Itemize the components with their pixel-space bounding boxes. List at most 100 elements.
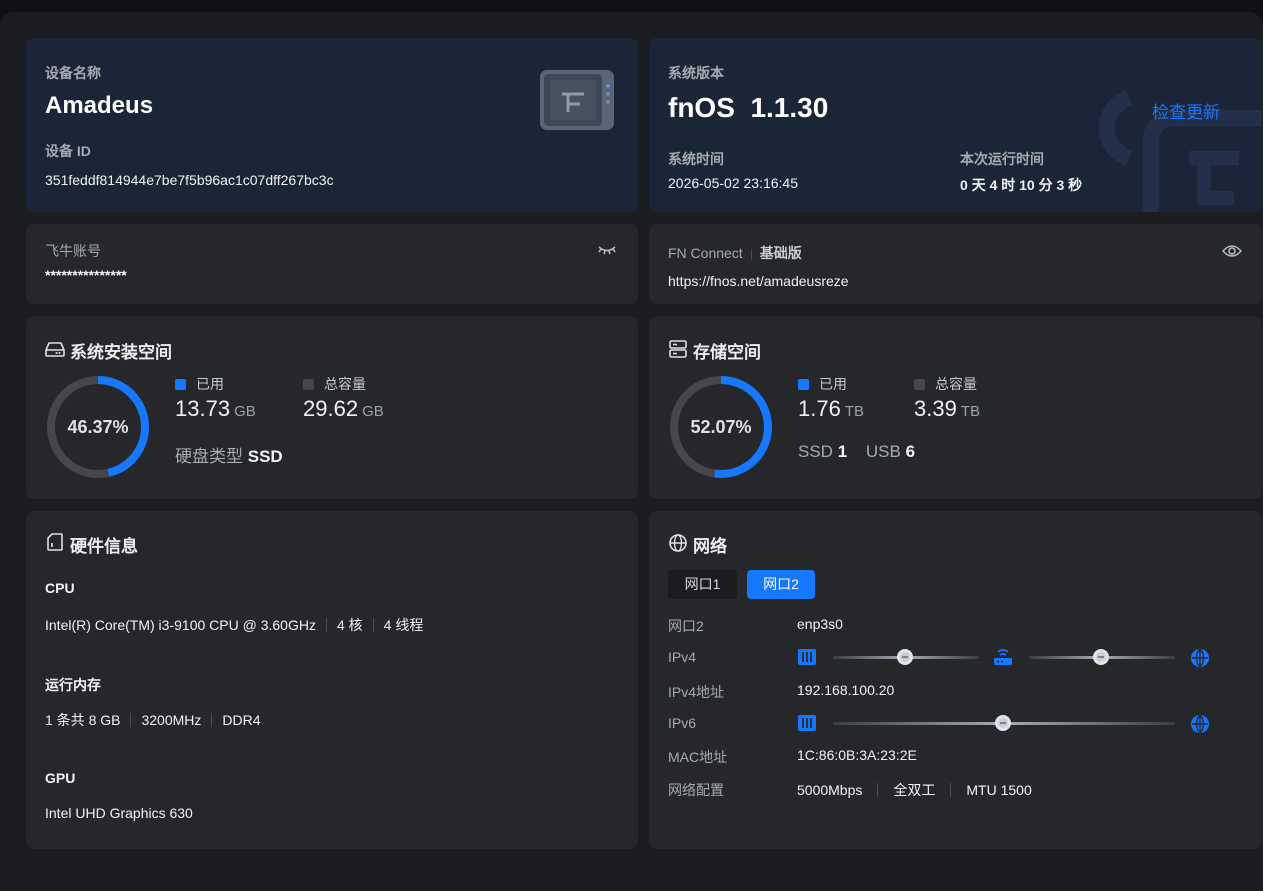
duplex-mode: 全双工 xyxy=(893,782,936,798)
eye-icon[interactable] xyxy=(1222,243,1242,259)
mac-address: 1C:86:0B:3A:23:2E xyxy=(797,747,917,763)
memory-speed: 3200MHz xyxy=(141,712,202,728)
gpu-model: Intel UHD Graphics 630 xyxy=(45,805,193,821)
system-version: fnOS 1.1.30 xyxy=(668,92,829,123)
legend-used-label: 已用 xyxy=(819,376,847,392)
nic-icon xyxy=(798,649,816,665)
disk-type-label: 硬盘类型 xyxy=(175,447,243,466)
network-config: 5000Mbps 全双工 MTU 1500 xyxy=(797,780,1032,800)
storage-legend-used: 已用 xyxy=(798,374,847,394)
usb-label: USB xyxy=(865,442,901,461)
used-value: 1.76 xyxy=(798,396,841,421)
connect-label: FN Connect xyxy=(668,245,743,261)
nic-icon xyxy=(798,715,816,731)
ssd-count: 1 xyxy=(837,442,848,461)
divider xyxy=(877,783,879,797)
network-title: 网络 xyxy=(693,537,727,556)
ipv4-link-knob-2 xyxy=(1093,649,1109,665)
hardware-card: 硬件信息 CPU Intel(R) Core(TM) i3-9100 CPU @… xyxy=(26,511,638,849)
divider xyxy=(750,249,752,260)
used-value: 13.73 xyxy=(175,396,231,421)
system-space-percent: 46.37% xyxy=(67,417,129,437)
legend-used-swatch xyxy=(175,379,186,390)
ipv4-address-label: IPv4地址 xyxy=(668,684,725,700)
internet-globe-icon xyxy=(1191,715,1209,733)
device-id: 351feddf814944e7be7f5b96ac1c07dff267bc3c xyxy=(45,172,334,188)
link-speed: 5000Mbps xyxy=(797,782,863,798)
legend-total-swatch xyxy=(303,379,314,390)
tab-port-2[interactable]: 网口2 xyxy=(747,570,815,599)
cpu-label: CPU xyxy=(45,580,75,596)
used-unit: GB xyxy=(234,403,256,420)
router-icon xyxy=(994,649,1012,665)
mac-label: MAC地址 xyxy=(668,749,728,765)
divider xyxy=(950,783,952,797)
storage-total: 3.39 TB xyxy=(914,396,980,422)
legend-used-swatch xyxy=(798,379,809,390)
iface-name: enp3s0 xyxy=(797,616,843,632)
device-card: 设备名称 Amadeus 设备 ID 351feddf814944e7be7f5… xyxy=(26,38,638,212)
cpu-cores: 4 核 xyxy=(336,617,363,633)
connect-header: FN Connect 基础版 xyxy=(668,243,802,263)
internet-globe-icon xyxy=(1191,649,1209,667)
ipv6-link-knob xyxy=(995,715,1011,731)
account-label: 飞牛账号 xyxy=(45,243,101,259)
uptime-label: 本次运行时间 xyxy=(960,151,1044,167)
memory-count: 1 条共 8 GB xyxy=(45,712,121,728)
connect-url[interactable]: https://fnos.net/amadeusreze xyxy=(668,273,849,289)
cpu-threads: 4 线程 xyxy=(383,617,424,633)
globe-icon xyxy=(669,534,687,552)
ipv4-link-knob-1 xyxy=(897,649,913,665)
system-space-total: 29.62 GB xyxy=(303,396,384,422)
system-space-used: 13.73 GB xyxy=(175,396,256,422)
iface-label: 网口2 xyxy=(668,618,704,634)
eye-closed-icon[interactable] xyxy=(597,242,617,258)
system-time-label: 系统时间 xyxy=(668,151,724,167)
disk-counts: SSD 1 USB 6 xyxy=(798,442,915,462)
storage-title: 存储空间 xyxy=(693,343,761,362)
network-card: 网络 网口1 网口2 网口2 enp3s0 IPv4 IPv4地址 192.16… xyxy=(649,511,1262,849)
legend-used-label: 已用 xyxy=(196,376,224,392)
hardware-title: 硬件信息 xyxy=(70,537,138,556)
ipv4-address: 192.168.100.20 xyxy=(797,682,895,698)
used-unit: TB xyxy=(844,403,864,420)
total-value: 29.62 xyxy=(303,396,359,421)
memory-info: 1 条共 8 GB 3200MHz DDR4 xyxy=(45,710,261,730)
connect-edition: 基础版 xyxy=(759,245,802,261)
divider xyxy=(325,618,327,632)
check-update-link[interactable]: 检查更新 xyxy=(1152,98,1220,123)
system-card: 系统版本 fnOS 1.1.30 检查更新 系统时间 2026-05-02 23… xyxy=(649,38,1262,212)
storage-percent: 52.07% xyxy=(690,417,752,437)
legend-total: 总容量 xyxy=(303,374,366,394)
legend-total-label: 总容量 xyxy=(324,376,366,392)
system-space-title: 系统安装空间 xyxy=(70,343,172,362)
system-time: 2026-05-02 23:16:45 xyxy=(668,175,798,191)
gpu-label: GPU xyxy=(45,770,76,786)
usb-count: 6 xyxy=(905,442,916,461)
legend-total-label: 总容量 xyxy=(935,376,977,392)
mtu: MTU 1500 xyxy=(966,782,1032,798)
total-unit: GB xyxy=(362,403,384,420)
tab-port-1[interactable]: 网口1 xyxy=(668,570,737,599)
divider xyxy=(211,713,213,727)
disk-type-value: SSD xyxy=(247,447,283,466)
ssd-label: SSD xyxy=(798,442,833,461)
device-id-label: 设备 ID xyxy=(45,143,91,159)
divider xyxy=(130,713,132,727)
device-name: Amadeus xyxy=(45,92,154,119)
device-name-label: 设备名称 xyxy=(45,65,101,81)
ipv4-label: IPv4 xyxy=(668,649,697,665)
storage-card: 存储空间 52.07% 已用 1.76 TB 总容量 3.39 TB SSD 1 U… xyxy=(649,316,1262,499)
storage-legend-total: 总容量 xyxy=(914,374,977,394)
account-value: *************** xyxy=(45,267,127,283)
total-unit: TB xyxy=(960,403,980,420)
storage-used: 1.76 TB xyxy=(798,396,864,422)
network-config-label: 网络配置 xyxy=(668,782,724,798)
connect-card: FN Connect 基础版 https://fnos.net/amadeusre… xyxy=(649,224,1262,304)
divider xyxy=(372,618,374,632)
cpu-info: Intel(R) Core(TM) i3-9100 CPU @ 3.60GHz 4… xyxy=(45,615,423,635)
nas-device-icon xyxy=(540,70,614,130)
system-version-label: 系统版本 xyxy=(668,65,724,81)
legend-total-swatch xyxy=(914,379,925,390)
ipv6-label: IPv6 xyxy=(668,715,697,731)
